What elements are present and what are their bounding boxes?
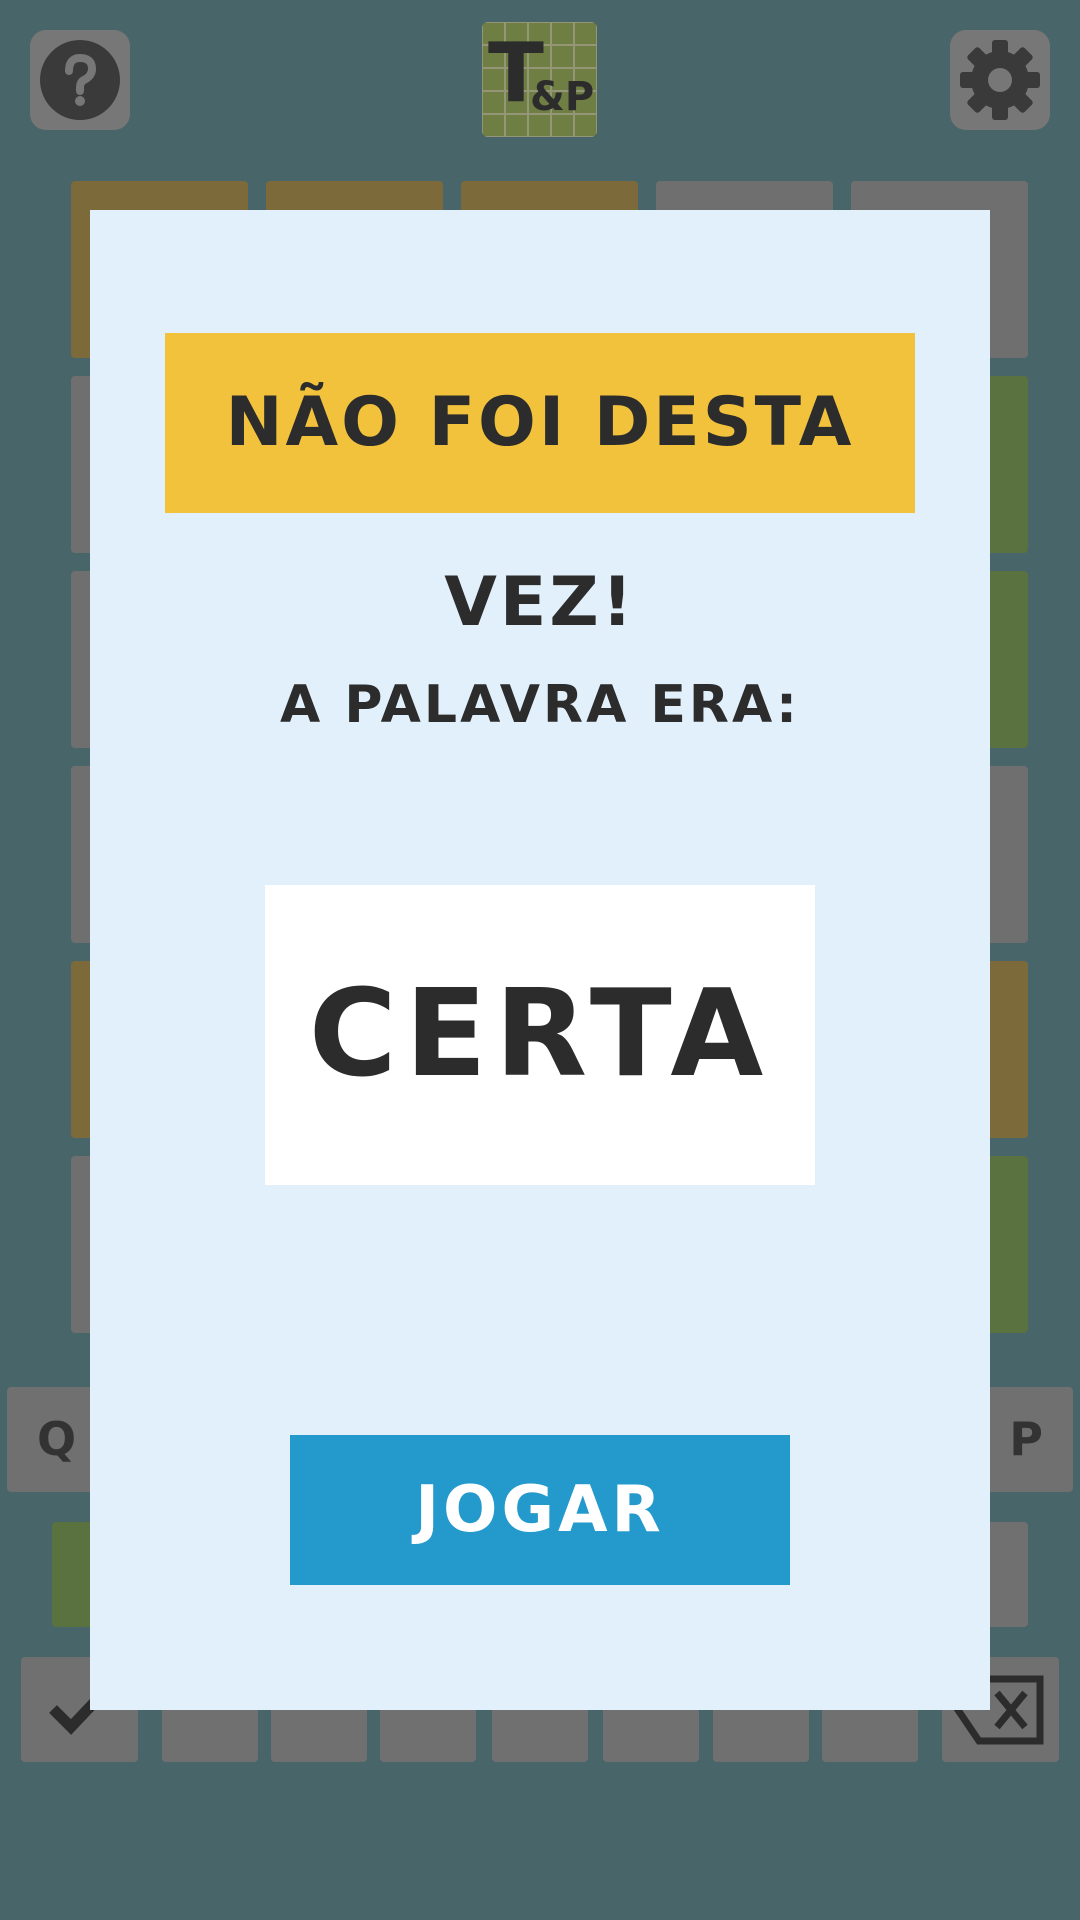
help-button[interactable] (30, 30, 130, 130)
app-logo: T &P (482, 22, 597, 137)
logo-suffix: &P (530, 74, 595, 120)
settings-button[interactable] (950, 30, 1050, 130)
gear-icon (960, 40, 1040, 120)
answer-prompt: A PALAVRA ERA: (280, 675, 800, 735)
game-over-modal: NÃO FOI DESTA VEZ! A PALAVRA ERA: CERTA … (90, 210, 990, 1710)
result-title: NÃO FOI DESTA VEZ! (165, 333, 915, 642)
play-button[interactable]: JOGAR (290, 1435, 790, 1585)
question-circle-icon (40, 40, 120, 120)
answer-word: CERTA (265, 885, 815, 1185)
